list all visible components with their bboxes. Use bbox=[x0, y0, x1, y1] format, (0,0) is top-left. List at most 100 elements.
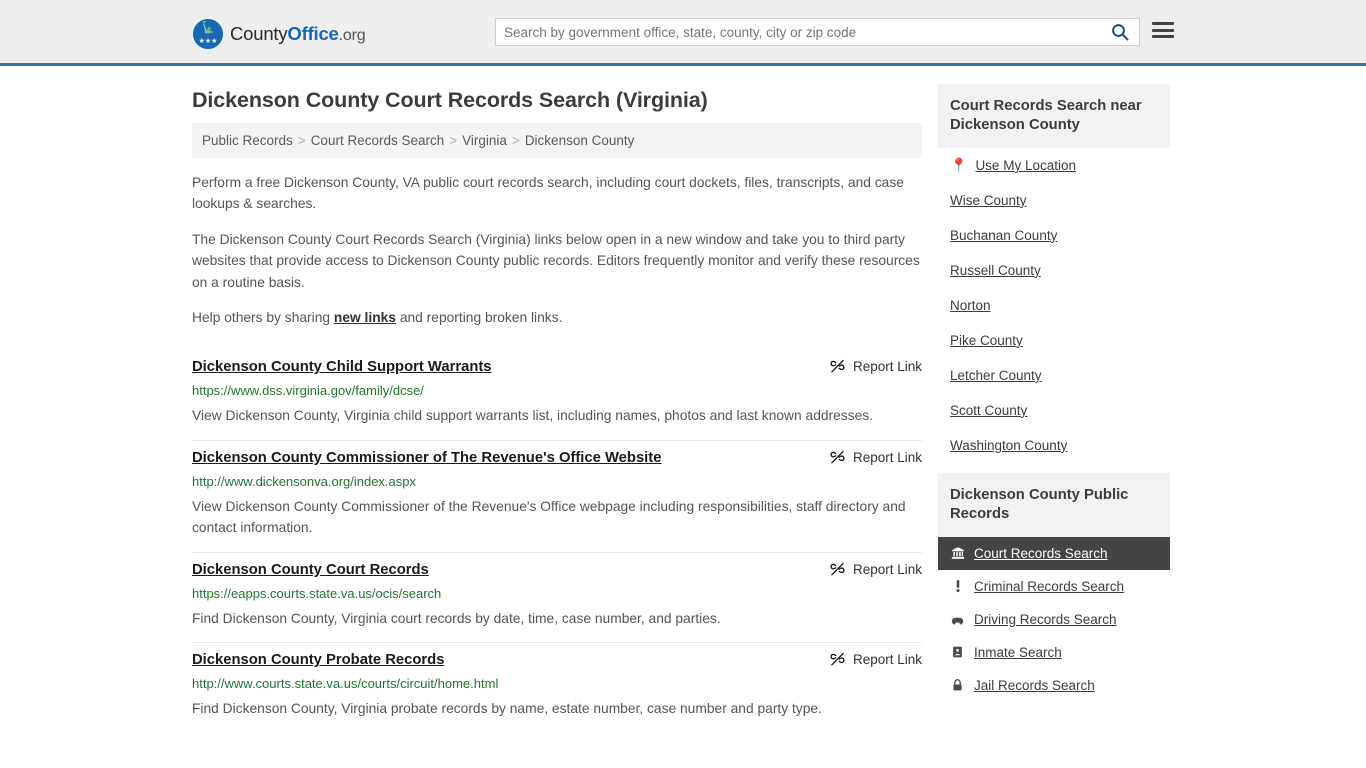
share-prefix: Help others by sharing bbox=[192, 309, 334, 325]
result-title-link[interactable]: Dickenson County Commissioner of The Rev… bbox=[192, 449, 661, 468]
page-title: Dickenson County Court Records Search (V… bbox=[192, 88, 708, 112]
public-records-card: Dickenson County Public Records Court Re… bbox=[938, 472, 1170, 702]
result-item: Dickenson County Probate Records Report … bbox=[192, 643, 922, 733]
lock-icon bbox=[950, 678, 965, 692]
sidebar: Court Records Search near Dickenson Coun… bbox=[938, 66, 1170, 712]
result-description: View Dickenson County Commissioner of th… bbox=[192, 498, 906, 536]
sidebar-link[interactable]: Court Records Search bbox=[974, 546, 1108, 561]
report-link-button[interactable]: Report Link bbox=[813, 561, 922, 578]
sidebar-item-inmate-search[interactable]: Inmate Search bbox=[938, 636, 1170, 669]
result-description: View Dickenson County, Virginia child su… bbox=[192, 408, 874, 424]
sidebar-link[interactable]: Driving Records Search bbox=[974, 612, 1117, 627]
nearby-link[interactable]: Wise County bbox=[950, 193, 1027, 208]
report-link-button[interactable]: Report Link bbox=[813, 651, 922, 668]
nearby-item-pike-county[interactable]: Pike County bbox=[938, 323, 1170, 358]
sidebar-item-jail-records-search[interactable]: Jail Records Search bbox=[938, 669, 1170, 702]
result-header: Dickenson County Probate Records Report … bbox=[192, 651, 922, 670]
search-input[interactable] bbox=[496, 19, 1101, 45]
result-title-link[interactable]: Dickenson County Child Support Warrants bbox=[192, 358, 492, 377]
result-url: http://www.dickensonva.org/index.aspx bbox=[192, 473, 417, 489]
result-url: https://www.dss.virginia.gov/family/dcse… bbox=[192, 383, 424, 399]
result-title-link[interactable]: Dickenson County Probate Records bbox=[192, 651, 444, 670]
sidebar-item-court-records-search[interactable]: Court Records Search bbox=[938, 536, 1170, 570]
nearby-link[interactable]: Scott County bbox=[950, 403, 1027, 418]
intro-text: Perform a free Dickenson County, VA publ… bbox=[192, 172, 922, 328]
result-description: Find Dickenson County, Virginia court re… bbox=[192, 610, 721, 626]
use-my-location-link[interactable]: Use My Location bbox=[975, 158, 1076, 173]
breadcrumb-separator: > bbox=[511, 133, 520, 148]
intro-paragraph-2: The Dickenson County Court Records Searc… bbox=[192, 231, 920, 290]
nearby-link[interactable]: Russell County bbox=[950, 263, 1041, 278]
brand-part-county: County bbox=[230, 23, 288, 44]
brand-part-office: Office bbox=[287, 23, 339, 44]
nearby-card-title: Court Records Search near Dickenson Coun… bbox=[938, 84, 1170, 148]
hamburger-bar bbox=[1152, 35, 1174, 38]
sidebar-link[interactable]: Jail Records Search bbox=[974, 678, 1095, 693]
sidebar-item-driving-records-search[interactable]: Driving Records Search bbox=[938, 603, 1170, 636]
nearby-link[interactable]: Norton bbox=[950, 298, 991, 313]
courthouse-icon bbox=[950, 546, 965, 560]
result-item: Dickenson County Child Support Warrants … bbox=[192, 350, 922, 441]
nearby-item-scott-county[interactable]: Scott County bbox=[938, 393, 1170, 428]
nearby-link[interactable]: Buchanan County bbox=[950, 228, 1057, 243]
nearby-card: Court Records Search near Dickenson Coun… bbox=[938, 84, 1170, 463]
sidebar-link[interactable]: Criminal Records Search bbox=[974, 579, 1124, 594]
result-item: Dickenson County Court Records Report Li… bbox=[192, 553, 922, 644]
search-icon bbox=[1112, 24, 1129, 41]
search-button[interactable] bbox=[1101, 19, 1139, 45]
intro-paragraph-1: Perform a free Dickenson County, VA publ… bbox=[192, 175, 904, 212]
search-bar bbox=[495, 18, 1140, 46]
result-description: Find Dickenson County, Virginia probate … bbox=[192, 701, 822, 717]
report-link-label: Report Link bbox=[852, 561, 922, 577]
intro-share-line: Help others by sharing new links and rep… bbox=[192, 307, 922, 328]
new-links-link[interactable]: new links bbox=[334, 310, 396, 325]
car-icon bbox=[950, 612, 965, 627]
nearby-item-wise-county[interactable]: Wise County bbox=[938, 183, 1170, 218]
site-logo-link[interactable]: 🗽 ★★★ CountyOffice.org bbox=[193, 19, 366, 49]
result-url: https://eapps.courts.state.va.us/ocis/se… bbox=[192, 585, 442, 601]
result-url: http://www.courts.state.va.us/courts/cir… bbox=[192, 676, 499, 692]
nearby-item-russell-county[interactable]: Russell County bbox=[938, 253, 1170, 288]
report-link-label: Report Link bbox=[852, 449, 922, 465]
page-body: Dickenson County Court Records Search (V… bbox=[0, 66, 1366, 733]
hamburger-bar bbox=[1152, 22, 1174, 25]
report-link-button[interactable]: Report Link bbox=[813, 358, 922, 375]
hamburger-menu-icon[interactable] bbox=[1152, 20, 1174, 40]
result-item: Dickenson County Commissioner of The Rev… bbox=[192, 441, 922, 553]
sidebar-item-criminal-records-search[interactable]: Criminal Records Search bbox=[938, 570, 1170, 603]
brand-wordmark: CountyOffice.org bbox=[230, 23, 366, 45]
id-badge-icon bbox=[950, 645, 965, 659]
broken-link-icon bbox=[830, 652, 845, 666]
use-my-location-item[interactable]: 📍 Use My Location bbox=[938, 148, 1170, 183]
public-records-list: Court Records Search Criminal Records Se… bbox=[938, 536, 1170, 702]
nearby-item-washington-county[interactable]: Washington County bbox=[938, 428, 1170, 463]
report-link-label: Report Link bbox=[852, 652, 922, 668]
nearby-item-buchanan-county[interactable]: Buchanan County bbox=[938, 218, 1170, 253]
broken-link-icon bbox=[830, 360, 845, 373]
broken-link-icon bbox=[830, 562, 845, 576]
eagle-stars-seal-icon: 🗽 ★★★ bbox=[193, 19, 223, 49]
share-suffix: and reporting broken links. bbox=[396, 309, 563, 325]
nearby-link[interactable]: Letcher County bbox=[950, 368, 1042, 383]
results-list: Dickenson County Child Support Warrants … bbox=[192, 350, 922, 732]
site-header: 🗽 ★★★ CountyOffice.org bbox=[0, 0, 1366, 66]
nearby-link[interactable]: Washington County bbox=[950, 438, 1067, 453]
report-link-label: Report Link bbox=[852, 359, 922, 375]
nearby-link[interactable]: Pike County bbox=[950, 333, 1023, 348]
result-header: Dickenson County Commissioner of The Rev… bbox=[192, 449, 922, 468]
result-title-link[interactable]: Dickenson County Court Records bbox=[192, 561, 429, 580]
result-header: Dickenson County Court Records Report Li… bbox=[192, 561, 922, 580]
nearby-item-letcher-county[interactable]: Letcher County bbox=[938, 358, 1170, 393]
exclamation-icon bbox=[950, 579, 965, 593]
breadcrumb-item-dickenson-county[interactable]: Dickenson County bbox=[525, 133, 635, 148]
nearby-list: 📍 Use My Location Wise County Buchanan C… bbox=[938, 148, 1170, 463]
nearby-item-norton[interactable]: Norton bbox=[938, 288, 1170, 323]
main-content: Dickenson County Court Records Search (V… bbox=[192, 66, 922, 733]
public-records-card-title: Dickenson County Public Records bbox=[938, 472, 1170, 537]
breadcrumb-item-virginia[interactable]: Virginia bbox=[462, 133, 507, 148]
breadcrumb-item-public-records[interactable]: Public Records bbox=[202, 133, 293, 148]
sidebar-link[interactable]: Inmate Search bbox=[974, 645, 1062, 660]
report-link-button[interactable]: Report Link bbox=[813, 449, 922, 466]
breadcrumb-item-court-records-search[interactable]: Court Records Search bbox=[311, 133, 445, 148]
hamburger-bar bbox=[1152, 28, 1174, 32]
